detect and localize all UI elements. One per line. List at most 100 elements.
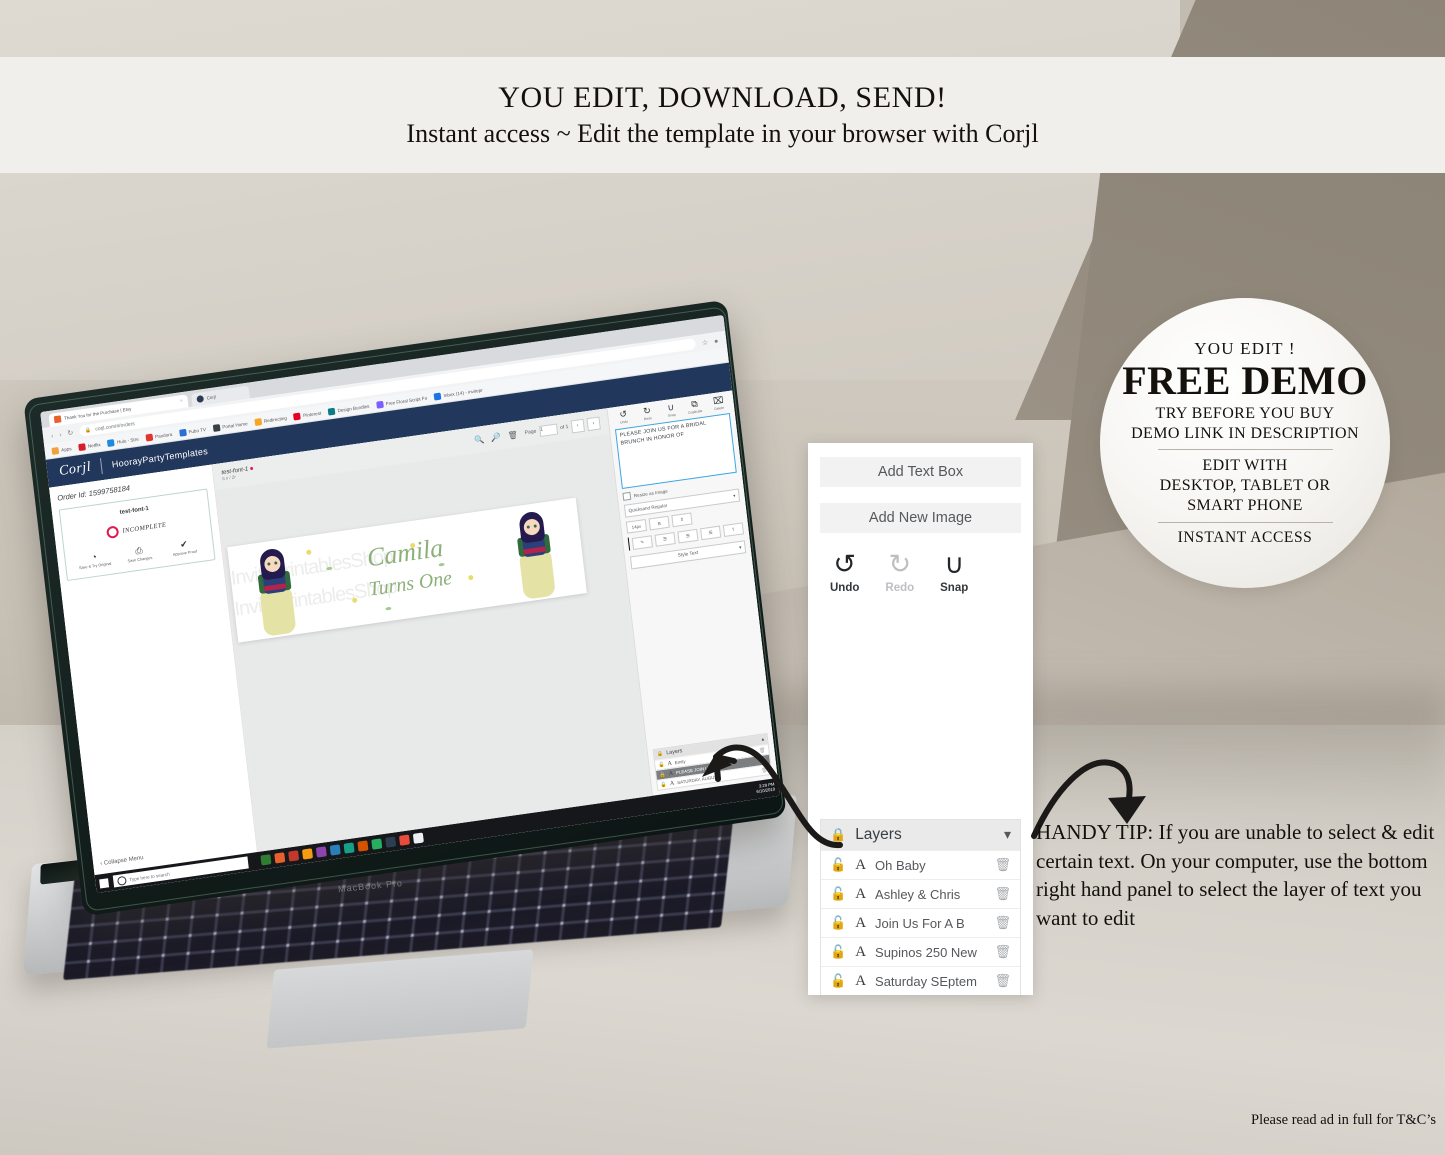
zoom-out-icon[interactable]: 🔎 [490,432,501,442]
align-left-button[interactable]: ☰ [654,531,676,547]
unlock-icon[interactable]: 🔓 [830,916,846,931]
taskbar-app-icon[interactable] [288,850,300,862]
bookmark-favicon-icon [254,417,262,426]
bookmark-item[interactable]: Design Bundles [327,402,370,416]
layer-order-button[interactable]: ⇧ [722,521,744,537]
chevron-down-icon[interactable]: ▾ [1004,827,1011,844]
bookmark-item[interactable]: Fubo TV [178,426,207,437]
add-text-box-button[interactable]: Add Text Box [820,457,1021,487]
editor-tool-snap[interactable]: ∪ Snap [660,402,681,419]
design-banner[interactable]: InvitePrintablesShop InvitePrintablesSho… [227,497,587,643]
panel-tool-undo[interactable]: ↺ Undo [830,551,859,594]
taskbar-app-icon[interactable] [329,844,341,856]
page-input[interactable]: 1 [538,423,558,437]
bookmark-item[interactable]: Pinterest [293,409,321,420]
handy-tip-text: HANDY TIP: If you are unable to select &… [1036,820,1435,930]
taskbar-app-icon[interactable] [274,852,286,864]
laptop-trackpad [266,949,534,1049]
bookmark-item[interactable]: Netflix [78,441,101,451]
taskbar-app-icon[interactable] [357,840,369,852]
add-new-image-button[interactable]: Add New Image [820,503,1021,533]
cortana-icon [116,875,127,886]
align-center-button[interactable]: ☰ [677,528,699,544]
taskbar-app-icon[interactable] [315,846,327,858]
bookmark-item[interactable]: Pandora [145,430,172,442]
bookmark-item[interactable]: Hulu - Stre [107,435,139,447]
unlock-icon[interactable]: 🔓 [830,945,846,960]
reload-icon[interactable]: ↻ [67,428,74,437]
close-icon[interactable]: × [180,399,183,404]
chevron-up-icon[interactable]: ▴ [761,736,764,742]
layer-label: Saturday SEptem [875,973,977,989]
editor-tool-redo[interactable]: ↻ Redo [637,405,658,422]
bookmark-item[interactable]: Apps [51,445,72,455]
profile-icon[interactable]: ● [714,336,719,345]
layers-title: Layers [855,826,902,843]
lock-icon[interactable]: 🔓 [658,761,665,768]
lock-icon[interactable]: 🔓 [660,781,667,788]
unlock-icon[interactable]: 🔓 [830,858,846,873]
layer-row[interactable]: 🔓 A Oh Baby 🗑 [821,850,1020,879]
bookmark-item[interactable]: Portal Home [212,420,248,432]
unlock-icon[interactable]: 🔓 [830,974,846,989]
undo-icon: ↺ [833,549,856,580]
taskbar-app-icon[interactable] [260,854,272,866]
unlock-icon[interactable]: 🔓 [830,887,846,902]
align-right-button[interactable]: ☰ [700,525,722,540]
bookmark-item[interactable]: Redirecting [254,414,287,426]
star-icon[interactable]: ☆ [701,338,708,347]
bookmark-favicon-icon [327,407,336,416]
canvas-file-name: test-font-1 5 x / 2r [221,466,254,482]
trash-icon[interactable]: 🗑 [994,916,1011,931]
delete-icon[interactable]: 🗑 [507,430,518,440]
taskbar-app-icon[interactable] [301,848,314,860]
text-edit-area[interactable]: PLEASE JOIN US FOR A BRIDAL BRUNCH IN HO… [614,413,737,489]
template-card-action[interactable]: ◔ Save & Try Original [77,551,112,571]
editor-tool-delete[interactable]: ⌧ Delete [708,395,729,412]
design-canvas[interactable]: InvitePrintablesShop InvitePrintablesSho… [215,434,652,852]
trash-icon[interactable]: 🗑 [994,945,1011,960]
text-layer-icon: A [855,943,867,960]
prev-page-button[interactable]: ‹ [570,418,585,433]
taskbar-app-icon[interactable] [343,842,355,854]
trash-icon[interactable]: 🗑 [994,858,1011,873]
taskbar-app-icon[interactable] [385,836,397,848]
bookmark-favicon-icon [375,400,384,409]
header-band: YOU EDIT, DOWNLOAD, SEND! Instant access… [0,57,1445,173]
zoom-in-icon[interactable]: 🔍 [474,434,485,444]
line-height-button[interactable]: ⇕ [671,512,693,528]
template-card-action[interactable]: ✔ Approve Proof [167,538,202,558]
editor-tool-duplicate[interactable]: ⧉ Duplicate [684,398,705,416]
font-size-select[interactable]: 14px [625,518,648,534]
panel-tool-snap[interactable]: ∪ Snap [940,551,968,594]
eyedropper-button[interactable]: ✎ [631,534,653,550]
editor-tool-undo[interactable]: ↺ Undo [613,409,634,426]
trash-icon[interactable]: 🗑 [760,757,767,764]
tab2-title: Corjl [206,394,217,401]
template-card-action[interactable]: ⎙ Save Changes [122,544,157,564]
badge-devices-2: SMART PHONE [1187,497,1303,515]
layer-label: Oh Baby [875,857,926,873]
layers-header[interactable]: 🔒 Layers ▾ [821,820,1020,850]
trash-icon[interactable]: 🗑 [759,747,766,754]
layer-row[interactable]: 🔓 A Saturday SEptem 🗑 [821,966,1020,995]
text-color-swatch[interactable] [627,537,631,551]
forward-icon[interactable]: › [59,430,62,438]
layer-row[interactable]: 🔓 A Ashley & Chris 🗑 [821,879,1020,908]
back-icon[interactable]: ‹ [51,431,54,439]
layer-row[interactable]: 🔓 A Join Us For A B 🗑 [821,908,1020,937]
taskbar-app-icon[interactable] [371,838,383,850]
layer-row[interactable]: 🔓 A Supinos 250 New 🗑 [821,937,1020,966]
trash-icon[interactable]: 🗑 [761,767,768,774]
trash-icon[interactable]: 🗑 [994,974,1011,989]
next-page-button[interactable]: › [586,415,601,431]
duplicate-icon: ⧉ [690,398,699,410]
header-line-1: YOU EDIT, DOWNLOAD, SEND! [498,81,947,114]
windows-start-icon[interactable] [99,877,110,888]
bold-button[interactable]: B [648,515,670,531]
taskbar-app-icon[interactable] [398,834,411,846]
trash-icon[interactable]: 🗑 [994,887,1011,902]
template-card[interactable]: test-font-1 INCOMPLETE ◔ Save & Try Origi… [58,488,216,582]
taskbar-app-icon[interactable] [412,832,424,844]
lock-icon[interactable]: 🔓 [659,771,666,778]
